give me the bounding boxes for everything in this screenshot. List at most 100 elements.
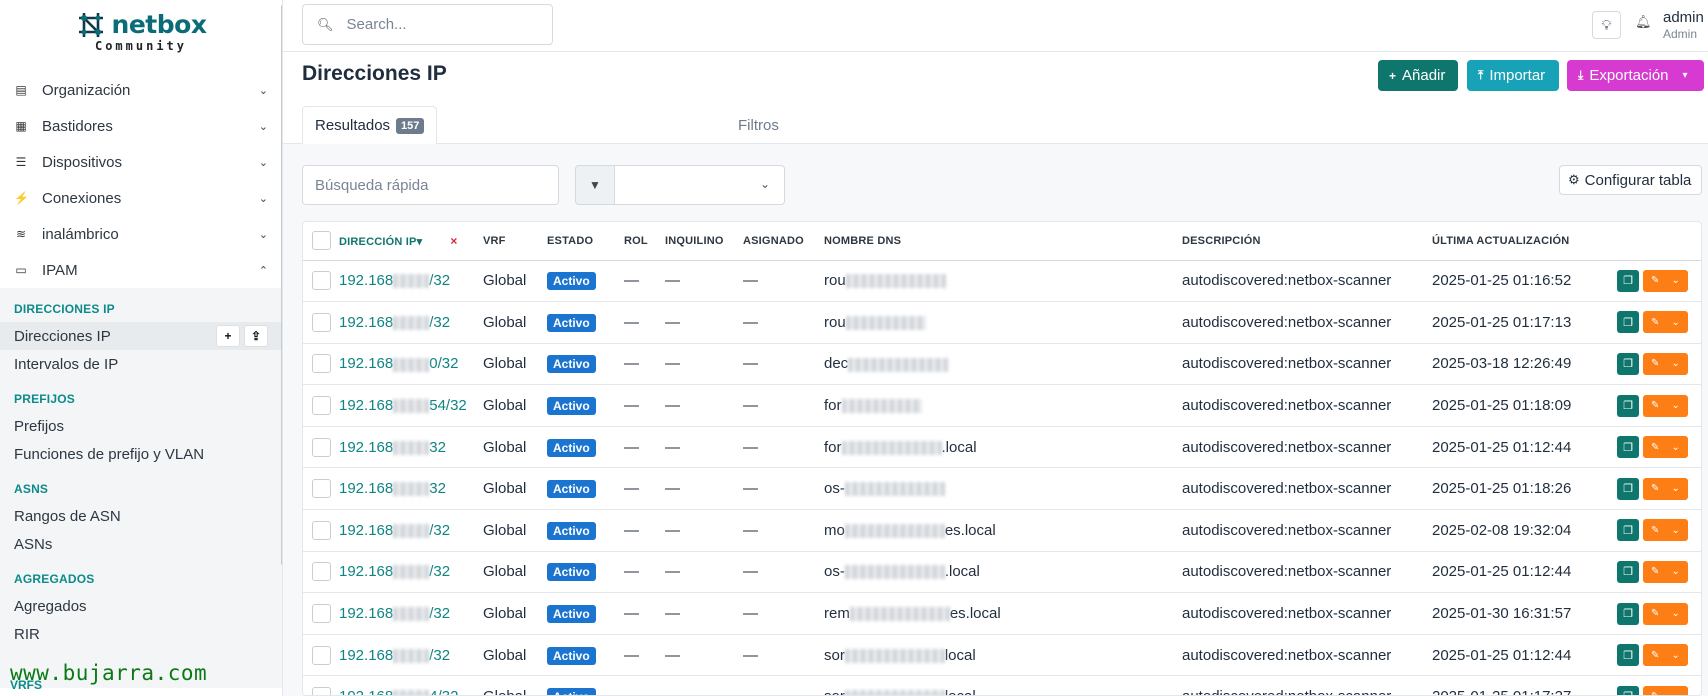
select-all-checkbox[interactable] [312,231,331,251]
tab-resultados[interactable]: Resultados 157 [302,106,438,145]
ip-address-link[interactable]: 192.168 4/32 [339,688,458,695]
menu-dispositivos[interactable]: ☰ Dispositivos ⌄ [0,144,282,180]
global-search[interactable]: 🔍︎ [302,4,553,45]
copy-icon[interactable]: ❐ [1617,602,1639,625]
edit-button[interactable]: ✎⌄ [1643,269,1688,292]
quick-search-input[interactable]: Búsqueda rápida [302,165,559,205]
copy-icon[interactable]: ❐ [1617,269,1639,292]
clear-sort-icon[interactable]: × [450,234,457,248]
row-checkbox[interactable] [312,271,331,291]
edit-button[interactable]: ✎⌄ [1643,560,1688,583]
edit-button[interactable]: ✎⌄ [1643,352,1688,375]
column-label: DIRECCIÓN IP [339,235,417,248]
edit-button[interactable]: ✎⌄ [1643,477,1688,500]
row-checkbox[interactable] [312,687,331,695]
user-name: admin [1663,9,1704,26]
sidebar-item-agregados[interactable]: Agregados [0,592,282,620]
ip-cell: 192.168 32 [339,467,483,511]
edit-button[interactable]: ✎⌄ [1643,685,1688,695]
copy-icon[interactable]: ❐ [1617,436,1639,459]
row-checkbox[interactable] [312,562,331,582]
saved-filter-select[interactable]: ⌄ [614,165,785,205]
bell-icon[interactable]: 🔔︎ [1635,14,1652,30]
ip-address-link[interactable]: 192.168/32 [339,563,450,580]
copy-icon[interactable]: ❐ [1617,560,1639,583]
col-vrf[interactable]: VRF [483,222,547,261]
col-nombre-dns[interactable]: NOMBRE DNS [824,222,1182,261]
tab-filtros[interactable]: Filtros [726,106,791,144]
sidebar-item-funciones[interactable]: Funciones de prefijo y VLAN [0,440,282,468]
col-estado[interactable]: ESTADO [547,222,624,261]
copy-icon[interactable]: ❐ [1617,394,1639,417]
export-button[interactable]: ⤓ Exportación ▾ [1567,60,1704,91]
theme-toggle-lightbulb-icon[interactable]: 💡︎ [1592,11,1621,39]
row-checkbox[interactable] [312,520,331,540]
col-actions [1617,222,1701,261]
ip-address-link[interactable]: 192.168/32 [339,314,450,331]
sidebar-item-intervalos[interactable]: Intervalos de IP [0,350,282,378]
menu-organizacion[interactable]: ▤ Organización ⌄ [0,72,282,108]
menu-bastidores[interactable]: ▦ Bastidores ⌄ [0,108,282,144]
copy-icon[interactable]: ❐ [1617,311,1639,334]
ip-address-link[interactable]: 192.168 54/32 [339,397,467,414]
chevron-down-icon: ⌄ [1671,649,1680,661]
copy-icon[interactable]: ❐ [1617,519,1639,542]
add-ip-button[interactable]: + [216,325,240,347]
col-direccion-ip[interactable]: DIRECCIÓN IP▾ × [339,222,483,261]
ip-address-link[interactable]: 192.168 32 [339,480,446,497]
configure-table-button[interactable]: ⚙ Configurar tabla [1559,165,1702,195]
col-inquilino[interactable]: INQUILINO [665,222,743,261]
col-descripcion[interactable]: DESCRIPCIÓN [1182,222,1432,261]
add-button[interactable]: + Añadir [1378,60,1458,91]
import-button[interactable]: ⤒ Importar [1467,60,1559,91]
ip-address-link[interactable]: 192.168/32 [339,647,450,664]
user-menu[interactable]: admin Admin [1663,9,1704,41]
row-checkbox[interactable] [312,312,331,332]
edit-button[interactable]: ✎⌄ [1643,602,1688,625]
ip-address-link[interactable]: 192.168/32 [339,272,450,289]
sidebar-item-rir[interactable]: RIR [0,620,282,648]
redacted-ip-part [393,399,430,414]
filter-icon[interactable]: ▼ [575,165,615,205]
row-checkbox[interactable] [312,479,331,499]
ip-address-link[interactable]: 192.168/32 [339,522,450,539]
import-ip-button[interactable]: ⇪ [244,325,268,347]
ip-address-link[interactable]: 192.168 0/32 [339,355,458,372]
row-checkbox[interactable] [312,604,331,624]
copy-icon[interactable]: ❐ [1617,644,1639,667]
edit-button[interactable]: ✎⌄ [1643,394,1688,417]
copy-icon[interactable]: ❐ [1617,477,1639,500]
menu-conexiones[interactable]: ⚡ Conexiones ⌄ [0,180,282,216]
ip-address-link[interactable]: 192.168 32 [339,439,446,456]
edit-button[interactable]: ✎⌄ [1643,644,1688,667]
menu-inalambrico[interactable]: ≋ inalámbrico ⌄ [0,216,282,252]
row-checkbox[interactable] [312,437,331,457]
col-asignado[interactable]: ASIGNADO [743,222,824,261]
ipam-submenu: DIRECCIONES IP Direcciones IP + ⇪ Interv… [0,288,282,688]
row-checkbox[interactable] [312,396,331,416]
edit-button[interactable]: ✎⌄ [1643,311,1688,334]
chevron-down-icon: ⌄ [1671,441,1680,453]
dns-cell: rou [824,260,1182,303]
search-input[interactable] [346,16,537,33]
status-cell: Activo [547,384,624,427]
logo[interactable]: netbox Community [0,0,282,62]
sidebar-item-rangos-asn[interactable]: Rangos de ASN [0,502,282,530]
search-icon: 🔍︎ [317,16,334,32]
copy-icon[interactable]: ❐ [1617,352,1639,375]
row-checkbox[interactable] [312,645,331,665]
edit-button[interactable]: ✎⌄ [1643,436,1688,459]
ip-cell: 192.168/32 [339,260,483,303]
sidebar-item-prefijos[interactable]: Prefijos [0,412,282,440]
updated-cell: 2025-01-25 01:18:26 [1432,467,1617,511]
ip-address-link[interactable]: 192.168/32 [339,605,450,622]
edit-button[interactable]: ✎⌄ [1643,519,1688,542]
tenant-cell: — [665,634,743,677]
menu-ipam[interactable]: ▭ IPAM ⌃ [0,252,282,288]
col-rol[interactable]: ROL [624,222,665,261]
col-ultima-actualizacion[interactable]: ÚLTIMA ACTUALIZACIÓN [1432,222,1617,261]
sidebar-item-direcciones-ip[interactable]: Direcciones IP + ⇪ [0,322,282,350]
copy-icon[interactable]: ❐ [1617,685,1639,695]
row-checkbox[interactable] [312,354,331,374]
sidebar-item-asns[interactable]: ASNs [0,530,282,558]
